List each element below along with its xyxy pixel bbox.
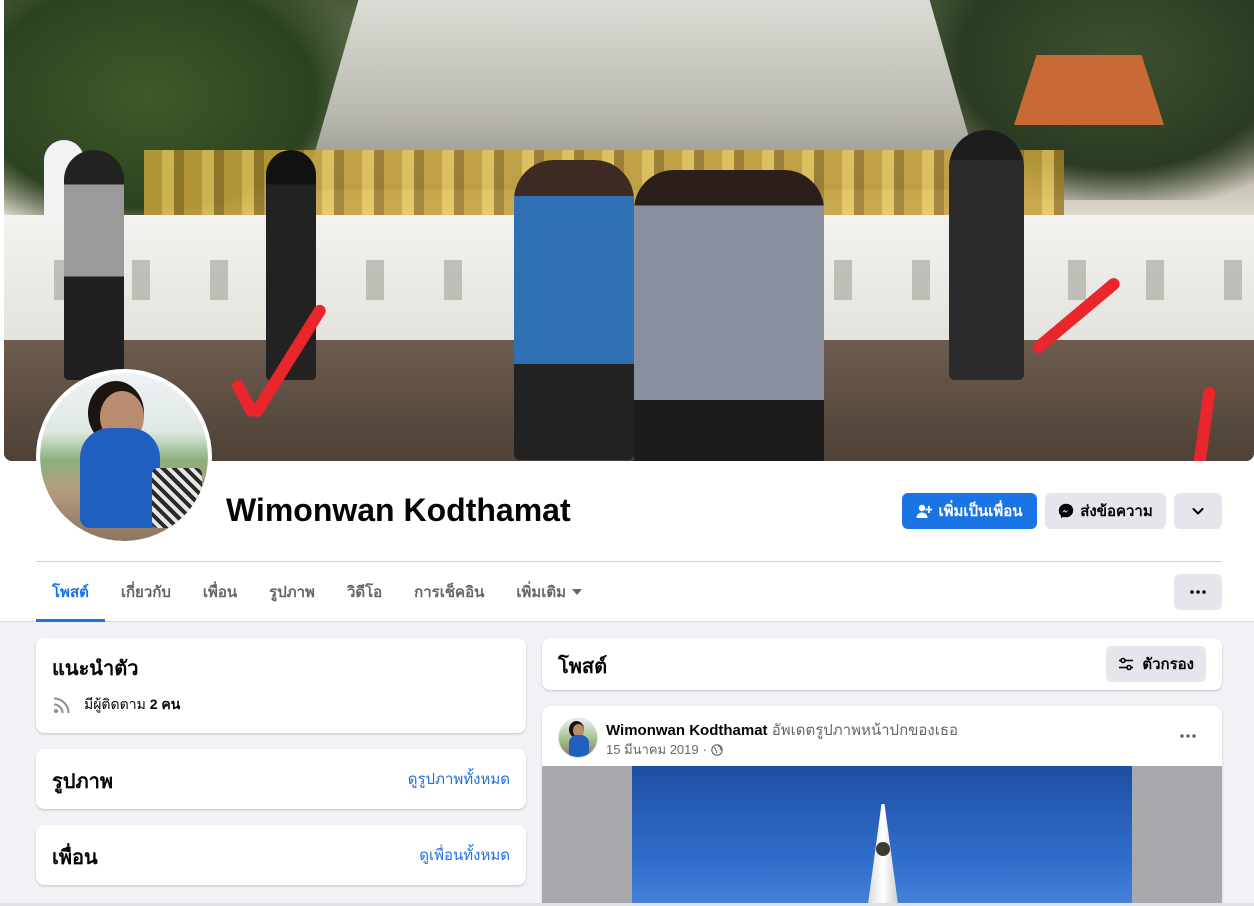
message-button[interactable]: ส่งข้อความ bbox=[1045, 493, 1166, 529]
tab-friends[interactable]: เพื่อน bbox=[187, 562, 253, 622]
followers-prefix: มีผู้ติดตาม bbox=[84, 696, 146, 712]
tab-posts[interactable]: โพสต์ bbox=[36, 562, 105, 622]
profile-picture[interactable] bbox=[36, 369, 212, 545]
post-date[interactable]: 15 มีนาคม 2019 bbox=[606, 739, 699, 760]
posts-title: โพสต์ bbox=[558, 656, 608, 678]
post-author-avatar[interactable] bbox=[558, 718, 598, 758]
meta-separator: · bbox=[702, 742, 707, 757]
profile-header: Wimonwan Kodthamat เพิ่มเป็นเพื่อน ส่งข้… bbox=[0, 0, 1254, 622]
tab-videos[interactable]: วิดีโอ bbox=[331, 562, 398, 622]
photos-title: รูปภาพ bbox=[52, 771, 114, 793]
tab-more[interactable]: เพิ่มเติม bbox=[500, 562, 598, 622]
more-dots-icon bbox=[1190, 590, 1206, 594]
tab-photos[interactable]: รูปภาพ bbox=[253, 562, 331, 622]
post-meta: 15 มีนาคม 2019 · bbox=[606, 739, 723, 760]
globe-icon bbox=[711, 743, 723, 756]
add-friend-button[interactable]: เพิ่มเป็นเพื่อน bbox=[902, 493, 1037, 529]
tabs-more-button[interactable] bbox=[1174, 574, 1222, 610]
message-label: ส่งข้อความ bbox=[1080, 503, 1153, 520]
post-action-text: อัพเดตรูปภาพหน้าปกของเธอ bbox=[771, 722, 959, 739]
post-options-button[interactable] bbox=[1170, 722, 1206, 750]
posts-header-card: โพสต์ ตัวกรอง bbox=[542, 638, 1222, 690]
friends-title: เพื่อน bbox=[52, 847, 98, 869]
followers-count[interactable]: 2 คน bbox=[150, 696, 181, 712]
tab-about[interactable]: เกี่ยวกับ bbox=[105, 562, 187, 622]
friends-card: เพื่อน ดูเพื่อนทั้งหมด bbox=[36, 825, 526, 885]
add-user-icon bbox=[916, 504, 933, 518]
filter-label: ตัวกรอง bbox=[1142, 656, 1194, 673]
filter-icon bbox=[1119, 657, 1134, 671]
post-author-name[interactable]: Wimonwan Kodthamat bbox=[606, 722, 768, 739]
profile-tabs: โพสต์ เกี่ยวกับ เพื่อน รูปภาพ วิดีโอ การ… bbox=[36, 562, 598, 622]
add-friend-label: เพิ่มเป็นเพื่อน bbox=[938, 503, 1023, 520]
profile-name: Wimonwan Kodthamat bbox=[226, 492, 571, 528]
more-dots-icon bbox=[1180, 734, 1196, 738]
filter-button[interactable]: ตัวกรอง bbox=[1106, 646, 1206, 682]
caret-down-icon bbox=[572, 589, 583, 595]
post-image[interactable] bbox=[542, 766, 1222, 906]
post-card: Wimonwan Kodthamat อัพเดตรูปภาพหน้าปกของ… bbox=[542, 706, 1222, 906]
photos-card: รูปภาพ ดูรูปภาพทั้งหมด bbox=[36, 749, 526, 809]
cover-photo[interactable] bbox=[4, 0, 1254, 461]
intro-title: แนะนำตัว bbox=[52, 658, 139, 680]
messenger-icon bbox=[1059, 503, 1074, 519]
rss-icon bbox=[53, 697, 70, 714]
profile-options-button[interactable] bbox=[1174, 493, 1222, 529]
intro-card: แนะนำตัว มีผู้ติดตาม 2 คน bbox=[36, 638, 526, 733]
followers-row: มีผู้ติดตาม 2 คน bbox=[52, 694, 180, 716]
see-all-photos-link[interactable]: ดูรูปภาพทั้งหมด bbox=[408, 767, 510, 791]
see-all-friends-link[interactable]: ดูเพื่อนทั้งหมด bbox=[419, 843, 510, 867]
tab-checkins[interactable]: การเช็คอิน bbox=[398, 562, 500, 622]
chevron-down-icon bbox=[1192, 508, 1204, 515]
